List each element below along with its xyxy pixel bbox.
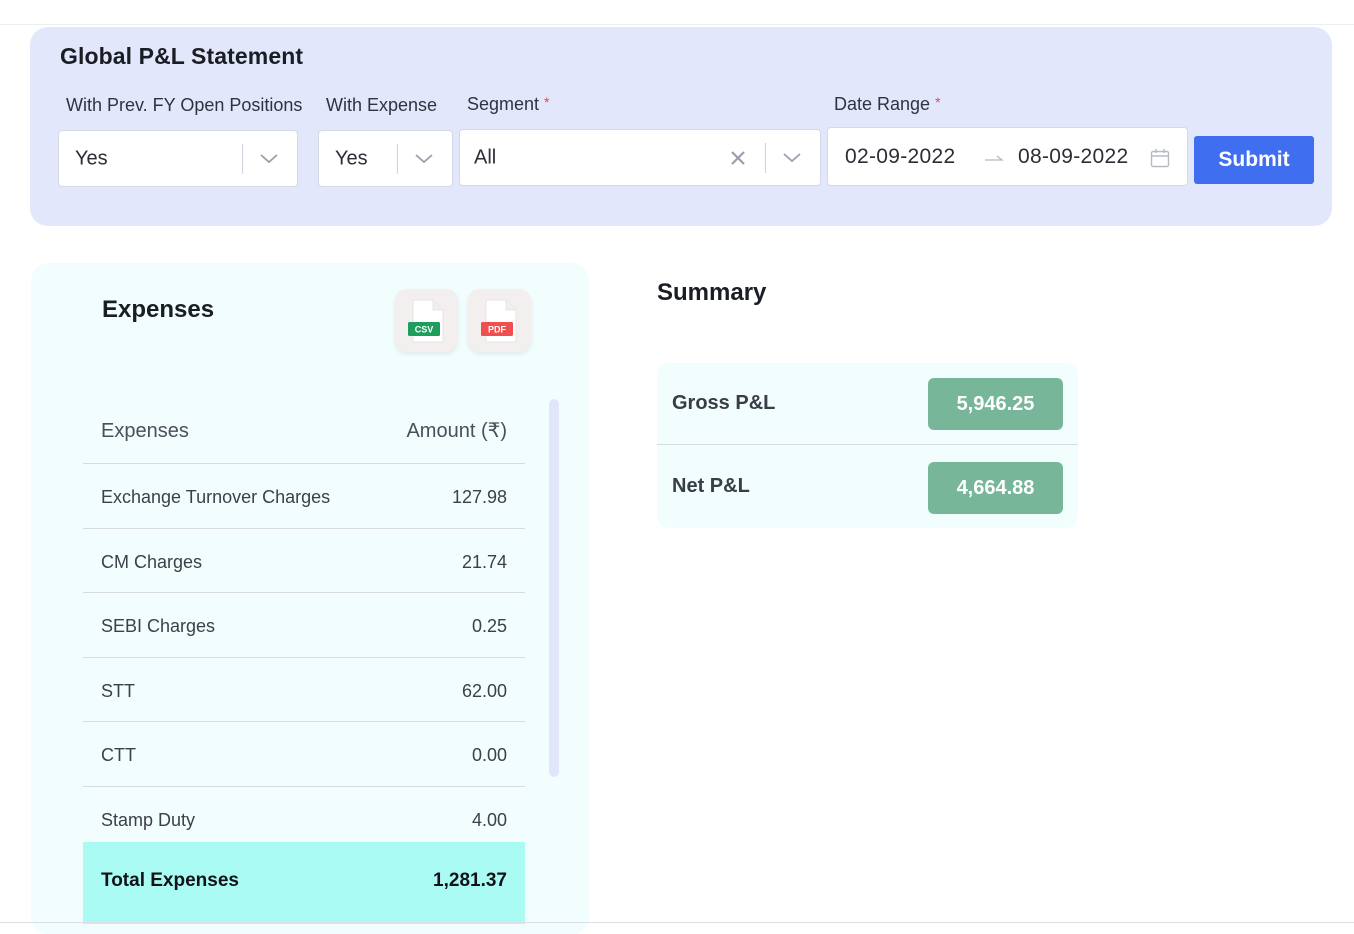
- column-header-amount: Amount (₹): [406, 420, 507, 442]
- column-header-expenses: Expenses: [101, 420, 189, 442]
- csv-file-icon: CSV: [408, 299, 444, 343]
- with-expense-value: Yes: [335, 147, 368, 169]
- gross-pnl-value: 5,946.25: [928, 378, 1063, 430]
- expense-name: Stamp Duty: [101, 809, 196, 830]
- date-range-picker[interactable]: 02-09-2022 08-09-2022: [827, 127, 1188, 186]
- expense-amount: 127.98: [451, 487, 507, 507]
- select-separator: [397, 144, 398, 174]
- date-end-input[interactable]: 08-09-2022: [1018, 145, 1128, 169]
- arrow-right-icon: [985, 155, 1004, 161]
- table-row: STT 62.00: [83, 658, 525, 722]
- total-expenses-label: Total Expenses: [101, 870, 239, 891]
- segment-label: Segment *: [467, 94, 550, 114]
- prev-fy-value: Yes: [75, 147, 108, 169]
- expense-name: CM Charges: [101, 551, 203, 572]
- bottom-divider: [0, 922, 1354, 923]
- total-expenses-row: Total Expenses 1,281.37: [83, 842, 525, 924]
- clear-icon[interactable]: [730, 150, 746, 166]
- net-pnl-label: Net P&L: [672, 475, 750, 497]
- table-scrollbar[interactable]: [549, 399, 559, 777]
- expense-name: STT: [101, 680, 135, 701]
- select-separator: [765, 143, 766, 173]
- date-start-input[interactable]: 02-09-2022: [845, 145, 955, 169]
- expense-amount: 21.74: [461, 551, 507, 572]
- segment-select[interactable]: All: [459, 129, 821, 186]
- expense-name: Exchange Turnover Charges: [101, 487, 331, 507]
- prev-fy-select[interactable]: Yes: [58, 130, 298, 187]
- submit-button[interactable]: Submit: [1194, 136, 1314, 184]
- csv-label: CSV: [415, 325, 434, 335]
- top-divider: [0, 24, 1354, 25]
- expenses-table: Expenses Amount (₹) Exchange Turnover Ch…: [83, 398, 525, 851]
- expenses-title: Expenses: [102, 296, 215, 323]
- pdf-download-button[interactable]: PDF: [468, 289, 531, 352]
- page-title: Global P&L Statement: [60, 43, 304, 69]
- expense-amount: 4.00: [471, 809, 507, 830]
- date-range-label: Date Range *: [834, 94, 941, 114]
- required-marker: *: [935, 94, 941, 110]
- with-expense-label: With Expense: [326, 95, 438, 115]
- csv-download-button[interactable]: CSV: [395, 289, 458, 352]
- expense-amount: 62.00: [461, 680, 507, 701]
- chevron-down-icon[interactable]: [260, 153, 278, 164]
- table-row: CTT 0.00: [83, 722, 525, 787]
- expense-amount: 0.00: [471, 745, 507, 765]
- pdf-label: PDF: [488, 325, 507, 335]
- filter-panel: Global P&L Statement With Prev. FY Open …: [30, 27, 1332, 226]
- select-separator: [242, 144, 243, 174]
- net-pnl-row: Net P&L 4,664.88: [657, 446, 1078, 528]
- expense-name: SEBI Charges: [101, 616, 216, 636]
- chevron-down-icon[interactable]: [415, 153, 433, 164]
- table-row: Exchange Turnover Charges 127.98: [83, 464, 525, 529]
- summary-card: Gross P&L 5,946.25 Net P&L 4,664.88: [657, 363, 1078, 528]
- segment-value: All: [474, 146, 497, 168]
- pdf-file-icon: PDF: [481, 299, 517, 343]
- expense-name: CTT: [101, 745, 136, 765]
- table-row: CM Charges 21.74: [83, 529, 525, 593]
- chevron-down-icon[interactable]: [783, 152, 801, 163]
- with-expense-select[interactable]: Yes: [318, 130, 453, 187]
- total-expenses-amount: 1,281.37: [433, 870, 507, 891]
- net-pnl-value: 4,664.88: [928, 462, 1063, 514]
- calendar-icon[interactable]: [1150, 148, 1170, 168]
- expenses-card: Expenses CSV PDF Expenses Amount (₹) Exc…: [31, 263, 589, 934]
- gross-pnl-label: Gross P&L: [672, 392, 776, 414]
- prev-fy-label: With Prev. FY Open Positions: [66, 95, 303, 115]
- gross-pnl-row: Gross P&L 5,946.25: [657, 363, 1078, 445]
- table-header: Expenses Amount (₹): [83, 398, 525, 464]
- required-marker: *: [544, 94, 550, 110]
- summary-title: Summary: [657, 279, 767, 306]
- table-row: SEBI Charges 0.25: [83, 593, 525, 658]
- expense-amount: 0.25: [471, 616, 507, 636]
